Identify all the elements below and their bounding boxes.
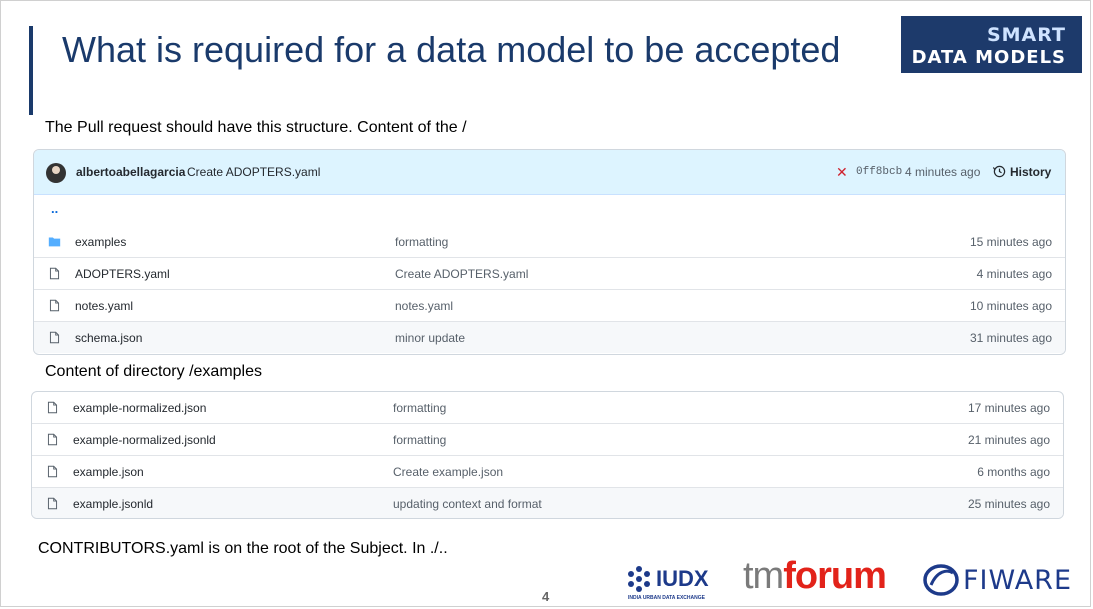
table-row[interactable]: example-normalized.json formatting 17 mi… [32, 392, 1063, 423]
commit-message-link[interactable]: notes.yaml [395, 299, 453, 313]
page-number: 4 [542, 589, 550, 604]
tmforum-logo: tmforum [743, 555, 887, 598]
fiware-wordmark: FIWARE [963, 565, 1073, 596]
commit-message-link[interactable]: Create ADOPTERS.yaml [395, 267, 528, 281]
commit-sha-link[interactable]: 0ff8bcb [856, 166, 902, 178]
table-row[interactable]: example.jsonld updating context and form… [32, 487, 1063, 518]
footer-note: CONTRIBUTORS.yaml is on the root of the … [38, 540, 448, 557]
commit-time: 4 minutes ago [905, 165, 981, 179]
file-name-link[interactable]: examples [75, 235, 126, 249]
smart-data-models-logo: SMART DATA MODELS [901, 16, 1082, 73]
forum-wordmark: forum [783, 555, 887, 597]
table-row[interactable]: examples formatting 15 minutes ago [34, 226, 1065, 257]
file-icon [49, 331, 60, 344]
file-icon [49, 267, 60, 280]
commit-age: 15 minutes ago [969, 235, 1052, 249]
file-icon [47, 497, 58, 510]
history-icon[interactable] [993, 165, 1006, 178]
commit-message-link[interactable]: updating context and format [393, 497, 542, 511]
examples-file-list: example-normalized.json formatting 17 mi… [31, 391, 1064, 519]
file-name-link[interactable]: example.json [73, 465, 144, 479]
tm-wordmark: tm [743, 555, 784, 597]
iudx-logo: IUDX INDIA URBAN DATA EXCHANGE [625, 561, 715, 605]
iudx-tagline: INDIA URBAN DATA EXCHANGE [628, 595, 705, 601]
table-row[interactable]: schema.json minor update 31 minutes ago [34, 321, 1065, 353]
iudx-wordmark: IUDX [656, 566, 709, 591]
iudx-mark-icon [628, 566, 650, 592]
repo-file-browser: albertoabellagarcia Create ADOPTERS.yaml… [33, 149, 1066, 355]
table-row[interactable]: ADOPTERS.yaml Create ADOPTERS.yaml 4 min… [34, 257, 1065, 289]
intro-text: The Pull request should have this struct… [45, 119, 467, 136]
file-name-link[interactable]: example-normalized.jsonld [73, 433, 216, 447]
commit-message-link[interactable]: formatting [393, 433, 446, 447]
file-name-link[interactable]: example.jsonld [73, 497, 153, 511]
logo-line-2: DATA MODELS [911, 47, 1066, 68]
file-name-link[interactable]: example-normalized.json [73, 401, 206, 415]
file-name-link[interactable]: notes.yaml [75, 299, 133, 313]
logo-line-1: SMART [986, 24, 1066, 46]
file-icon [47, 465, 58, 478]
commit-age: 6 months ago [977, 465, 1050, 479]
commit-age: 25 minutes ago [967, 497, 1050, 511]
x-icon[interactable]: ✕ [836, 164, 848, 181]
file-name-link[interactable]: ADOPTERS.yaml [75, 267, 170, 281]
commit-author-link[interactable]: albertoabellagarcia [76, 165, 185, 179]
parent-directory-link[interactable]: .. [34, 195, 1065, 226]
slide-title: What is required for a data model to be … [62, 29, 841, 70]
file-icon [49, 299, 60, 312]
commit-message-link[interactable]: formatting [393, 401, 446, 415]
commit-age: 4 minutes ago [976, 267, 1052, 281]
parent-link-label[interactable]: .. [51, 201, 58, 216]
file-icon [47, 401, 58, 414]
avatar[interactable] [46, 163, 66, 183]
table-row[interactable]: example.json Create example.json 6 month… [32, 455, 1063, 487]
fiware-swoosh-icon [923, 564, 959, 596]
commit-age: 17 minutes ago [967, 401, 1050, 415]
file-name-link[interactable]: schema.json [75, 331, 142, 345]
commit-message-link[interactable]: Create example.json [393, 465, 503, 479]
folder-icon [48, 237, 61, 247]
file-icon [47, 433, 58, 446]
table-row[interactable]: notes.yaml notes.yaml 10 minutes ago [34, 289, 1065, 321]
commit-message-link[interactable]: Create ADOPTERS.yaml [187, 165, 320, 179]
latest-commit-bar: albertoabellagarcia Create ADOPTERS.yaml… [34, 150, 1065, 195]
title-accent-bar [29, 26, 33, 115]
table-row[interactable]: example-normalized.jsonld formatting 21 … [32, 423, 1063, 455]
commit-age: 21 minutes ago [967, 433, 1050, 447]
history-button[interactable]: History [1010, 165, 1051, 179]
examples-heading: Content of directory /examples [45, 363, 262, 380]
file-list: examples formatting 15 minutes ago ADOPT… [34, 226, 1065, 353]
commit-age: 10 minutes ago [969, 299, 1052, 313]
commit-message-link[interactable]: minor update [395, 331, 465, 345]
commit-message-link[interactable]: formatting [395, 235, 448, 249]
commit-age: 31 minutes ago [969, 331, 1052, 345]
